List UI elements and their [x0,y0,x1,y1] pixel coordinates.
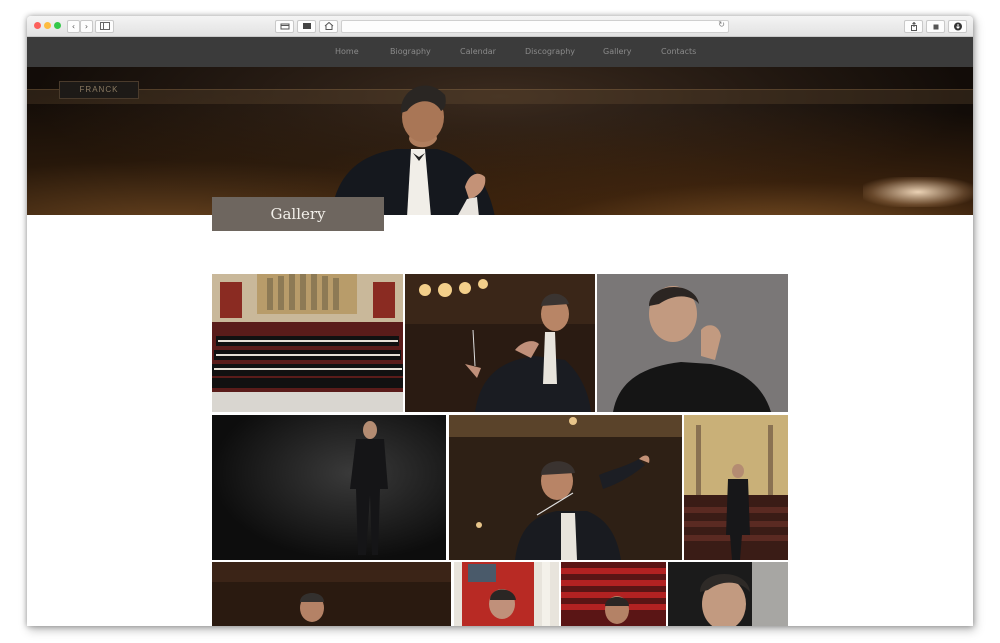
gallery-photo-standing-dark[interactable] [212,415,446,560]
nav-item-contacts[interactable]: Contacts [661,47,696,56]
conductor-figure [331,85,495,215]
nav-item-calendar[interactable]: Calendar [460,47,496,56]
back-button[interactable]: ‹ [67,20,80,33]
nav-item-gallery[interactable]: Gallery [603,47,632,56]
home-button[interactable] [319,20,338,33]
reader-button[interactable] [275,20,294,33]
close-window-button[interactable] [34,22,41,29]
gallery-photo-balcony[interactable] [212,562,451,626]
gallery-photo-red-wall[interactable] [454,562,559,626]
share-button[interactable] [904,20,923,33]
gallery-photo-red-seats[interactable] [561,562,666,626]
browser-toolbar: ‹ › ↻ [27,16,973,37]
home-icon [324,21,333,30]
page-title: Gallery [270,205,326,223]
back-icon: ‹ [71,22,76,31]
page-title-box: Gallery [212,197,384,231]
hero-banner: FRANCK [27,67,973,215]
address-bar[interactable]: ↻ [341,20,729,33]
nav-item-discography[interactable]: Discography [525,47,575,56]
site-nav: Home Biography Calendar Discography Gall… [27,37,973,67]
hero-sign: FRANCK [59,81,139,99]
forward-button[interactable]: › [80,20,93,33]
tabs-icon [302,23,311,29]
share-icon [910,21,917,31]
gallery-photo-portrait[interactable] [597,274,788,412]
zoom-window-button[interactable] [54,22,61,29]
downloads-icon [953,22,962,31]
forward-icon: › [84,22,89,31]
extension-icon [933,24,938,30]
gallery-photo-orchestra[interactable] [212,274,403,412]
tabs-overview-button[interactable] [297,20,316,33]
extension-button[interactable] [926,20,945,33]
reader-icon [280,23,289,30]
downloads-button[interactable] [948,20,967,33]
gallery-photo-conducting-baton[interactable] [449,415,682,560]
browser-window: ‹ › ↻ Home Biography Calendar Discograph… [27,16,973,626]
sidebar-icon [99,22,110,30]
nav-item-biography[interactable]: Biography [390,47,431,56]
hero-light-glow [863,177,973,207]
nav-item-home[interactable]: Home [335,47,359,56]
gallery-photo-closeup[interactable] [668,562,788,626]
minimize-window-button[interactable] [44,22,51,29]
reload-icon[interactable]: ↻ [718,20,725,29]
gallery-photo-empty-hall[interactable] [684,415,788,560]
sidebar-toggle-button[interactable] [95,20,114,33]
gallery-photo-conducting-hall[interactable] [405,274,595,412]
